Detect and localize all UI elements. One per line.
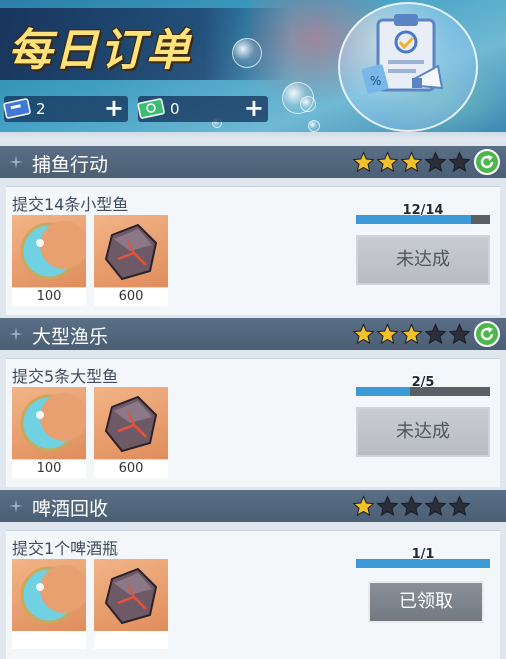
ore-rock-icon [104,567,158,625]
sparkle-icon [9,155,23,169]
order-card-body: 提交14条小型鱼 100 600 12/14 未达成 [6,186,500,315]
star-filled-icon [352,323,375,345]
order-card-body: 提交5条大型鱼 100 600 2/5 未达成 [6,358,500,487]
reward-art [94,387,168,459]
reward-item[interactable]: 100 [12,387,86,478]
star-empty-icon [448,323,471,345]
order-clipboard-icon: % [361,14,444,94]
star-empty-icon [448,151,471,173]
reward-art [94,215,168,287]
star-filled-icon [376,323,399,345]
progress-text: 12/14 [402,203,444,218]
order-card-header: 捕鱼行动 [0,146,506,178]
progress-text: 2/5 [411,375,435,390]
header-divider [0,132,506,140]
svg-text:%: % [370,74,381,88]
order-card: 啤酒回收提交1个啤酒瓶 1/1 已领取 [0,490,506,659]
blue-ticket-count: 2 [36,100,46,118]
order-card: 大型渔乐提交5条大型鱼 100 600 2/5 未达成 [0,318,506,490]
refresh-icon [480,327,494,341]
difficulty-stars [352,323,471,345]
bubble-decoration [308,120,320,132]
sparkle-icon [9,327,23,341]
sparkle-icon [9,499,23,513]
add-green-ticket-button[interactable]: + [244,93,264,123]
star-empty-icon [424,151,447,173]
add-blue-ticket-button[interactable]: + [104,93,124,123]
reward-item[interactable] [12,559,86,649]
star-empty-icon [424,323,447,345]
reward-art [12,559,86,631]
reward-art [12,387,86,459]
incomplete-button[interactable]: 未达成 [356,235,490,285]
order-name: 啤酒回收 [32,498,109,520]
order-card-body: 提交1个啤酒瓶 1/1 已领取 [6,530,500,659]
reward-quantity: 100 [12,459,86,478]
reward-item[interactable] [94,559,168,649]
ticket-blue-icon [3,98,31,119]
star-filled-icon [352,495,375,517]
difficulty-stars [352,495,471,517]
order-requirement: 提交5条大型鱼 [12,367,119,386]
order-card: 捕鱼行动提交14条小型鱼 100 600 12/14 未达成 [0,146,506,318]
crescent-moon-icon [20,221,86,280]
reward-item[interactable]: 100 [12,215,86,306]
star-empty-icon [376,495,399,517]
reward-art [94,559,168,631]
star-filled-icon [352,151,375,173]
reward-art [12,215,86,287]
order-card-header: 大型渔乐 [0,318,506,350]
refresh-order-button[interactable] [474,321,500,347]
star-filled-icon [376,151,399,173]
star-empty-icon [448,495,471,517]
ore-rock-icon [104,223,158,281]
ticket-green-icon [137,98,165,119]
reward-quantity: 600 [94,459,168,478]
order-requirement: 提交14条小型鱼 [12,195,129,214]
difficulty-stars [352,151,471,173]
page-title: 每日订单 [8,25,192,76]
reward-item[interactable]: 600 [94,387,168,478]
progress-text: 1/1 [411,547,435,562]
order-card-header: 啤酒回收 [0,490,506,522]
bubble-decoration [300,96,316,112]
claimed-button[interactable]: 已领取 [368,581,484,623]
daily-orders-header: 每日订单 % 2 + 0 + [0,0,506,138]
star-filled-icon [400,323,423,345]
order-requirement: 提交1个啤酒瓶 [12,539,119,558]
currency-green-ticket: 0 + [137,93,268,123]
order-name: 捕鱼行动 [32,154,109,176]
bubble-decoration [232,38,262,68]
order-name: 大型渔乐 [32,326,109,348]
green-ticket-count: 0 [170,100,180,118]
star-filled-icon [400,151,423,173]
crescent-moon-icon [20,393,86,452]
star-empty-icon [424,495,447,517]
star-empty-icon [400,495,423,517]
currency-blue-ticket: 2 + [3,93,128,123]
refresh-order-button[interactable] [474,149,500,175]
incomplete-button[interactable]: 未达成 [356,407,490,457]
reward-quantity: 100 [12,287,86,306]
crescent-moon-icon [20,565,86,624]
ore-rock-icon [104,395,158,453]
refresh-icon [480,155,494,169]
reward-item[interactable]: 600 [94,215,168,306]
reward-quantity: 600 [94,287,168,306]
